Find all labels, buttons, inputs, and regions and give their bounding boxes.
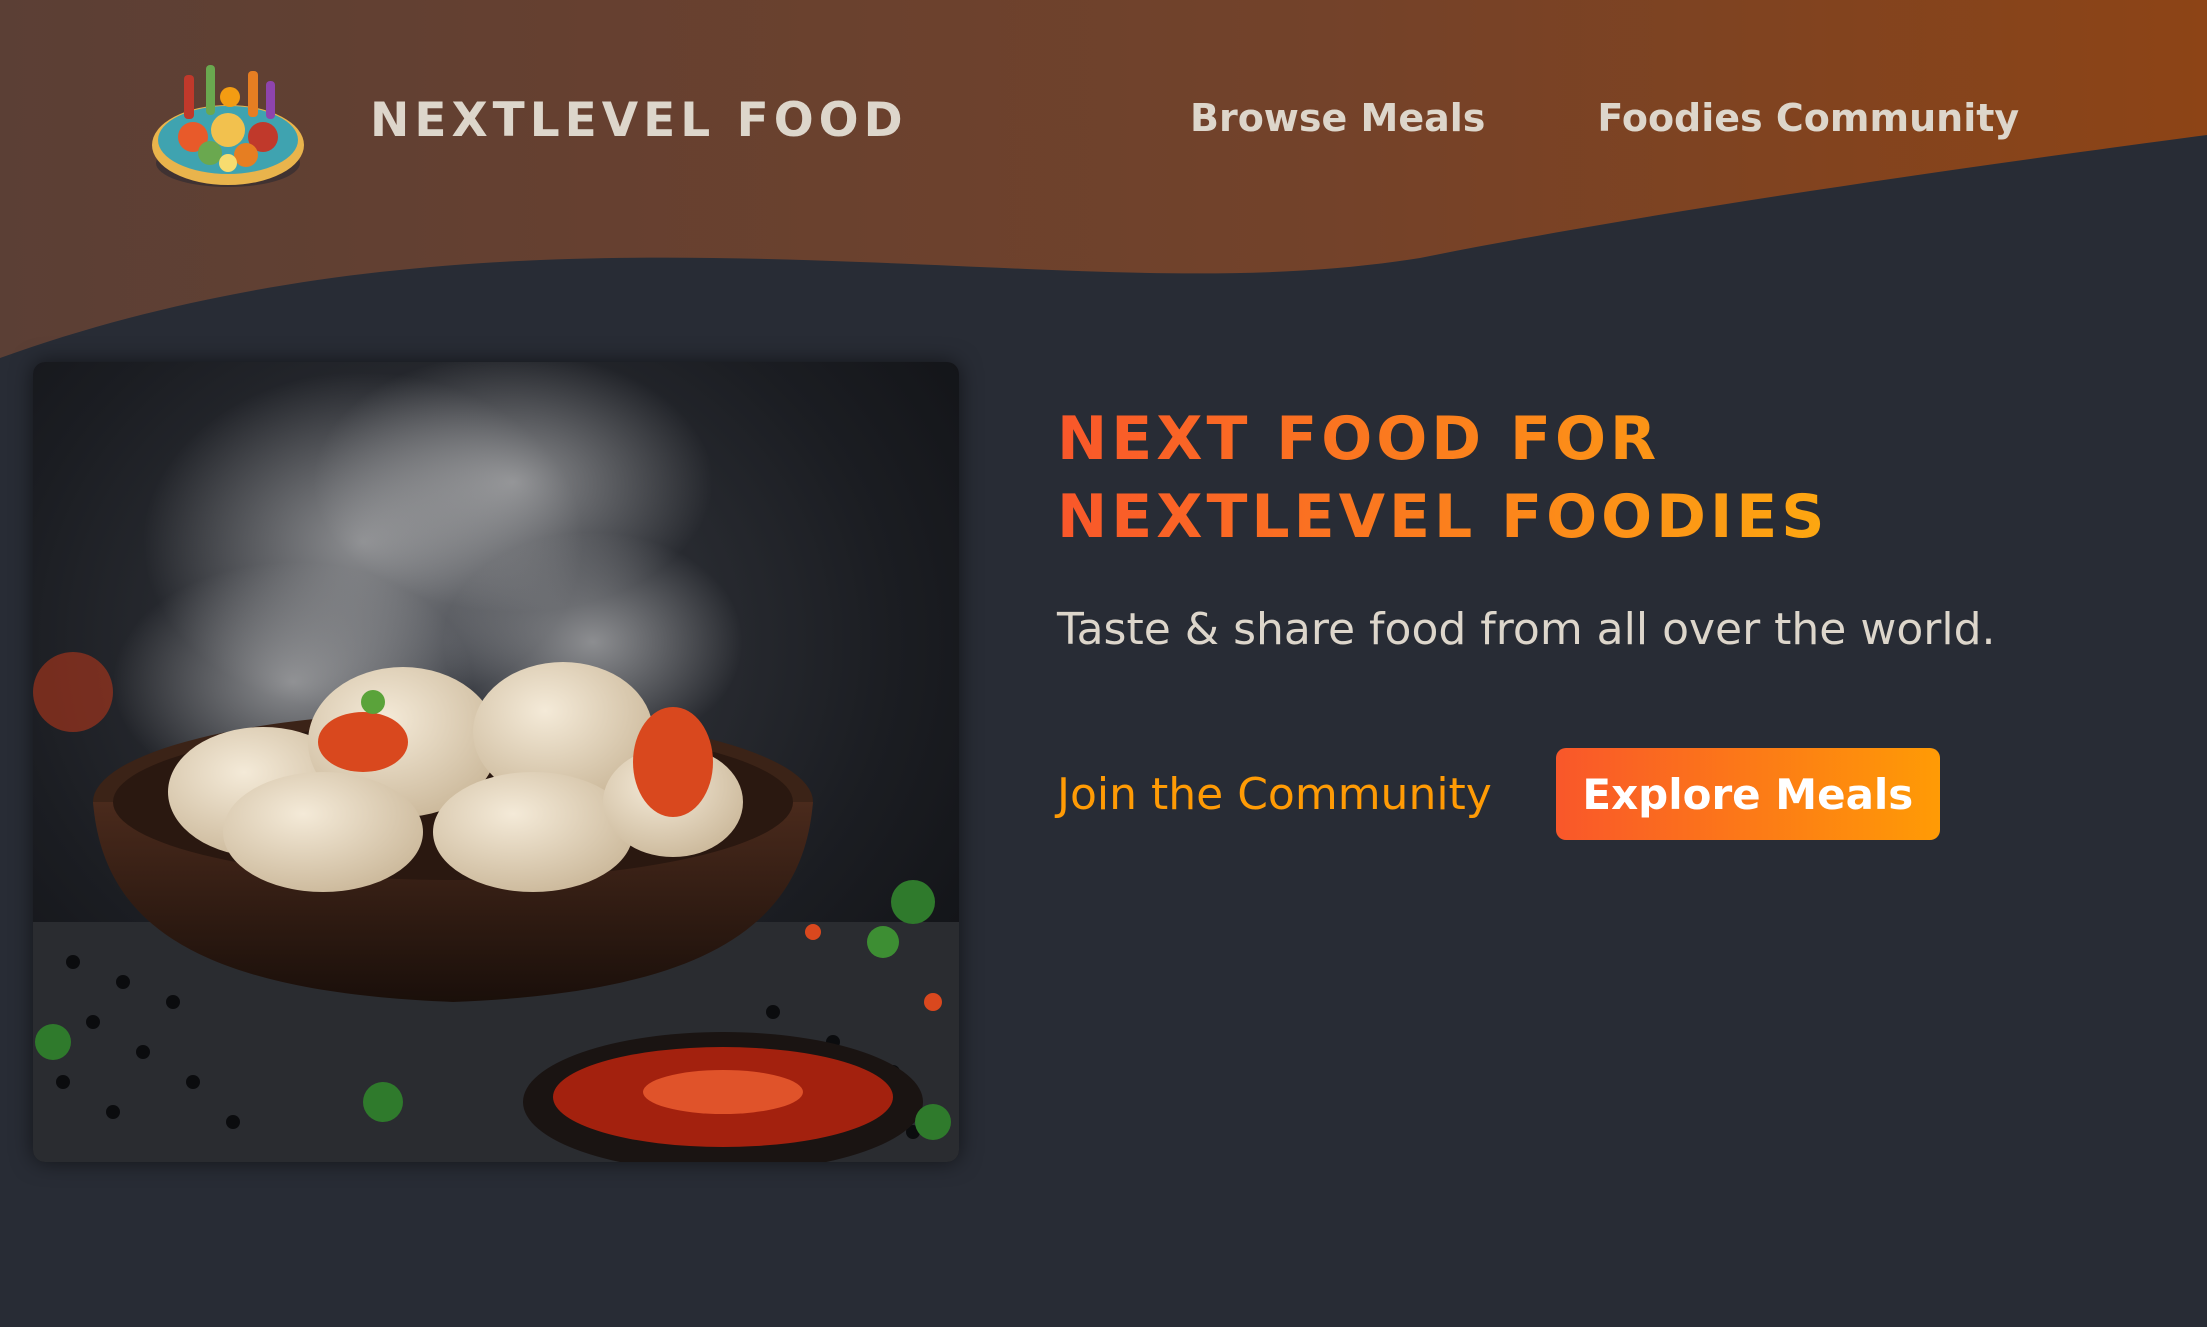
logo-text: NEXTLEVEL FOOD — [370, 92, 908, 148]
hero-text: NEXT FOOD FOR NEXTLEVEL FOODIES Taste & … — [1057, 400, 2157, 655]
hero-title-line-1: NEXT FOOD FOR — [1057, 404, 1661, 474]
page: NEXTLEVEL FOOD Browse Meals Foodies Comm… — [0, 0, 2207, 1327]
hero-image-slideshow — [33, 362, 959, 1162]
hero-subtitle: Taste & share food from all over the wor… — [1057, 604, 1996, 655]
home-logo-link[interactable]: NEXTLEVEL FOOD — [148, 45, 908, 195]
explore-meals-button[interactable]: Explore Meals — [1555, 748, 1940, 840]
hero-title: NEXT FOOD FOR NEXTLEVEL FOODIES — [1057, 400, 2157, 556]
dumplings-photo — [33, 362, 959, 1162]
hero-cta-row: Join the Community Explore Meals — [1057, 748, 1940, 840]
site-header: NEXTLEVEL FOOD Browse Meals Foodies Comm… — [0, 0, 2207, 250]
nav-browse-meals[interactable]: Browse Meals — [1190, 96, 1485, 140]
nav-foodies-community[interactable]: Foodies Community — [1597, 96, 2019, 140]
main-nav: Browse Meals Foodies Community — [1190, 96, 2019, 140]
hero-title-line-2: NEXTLEVEL FOODIES — [1057, 482, 1829, 552]
join-community-link[interactable]: Join the Community — [1057, 769, 1492, 820]
food-platter-icon — [152, 65, 304, 187]
